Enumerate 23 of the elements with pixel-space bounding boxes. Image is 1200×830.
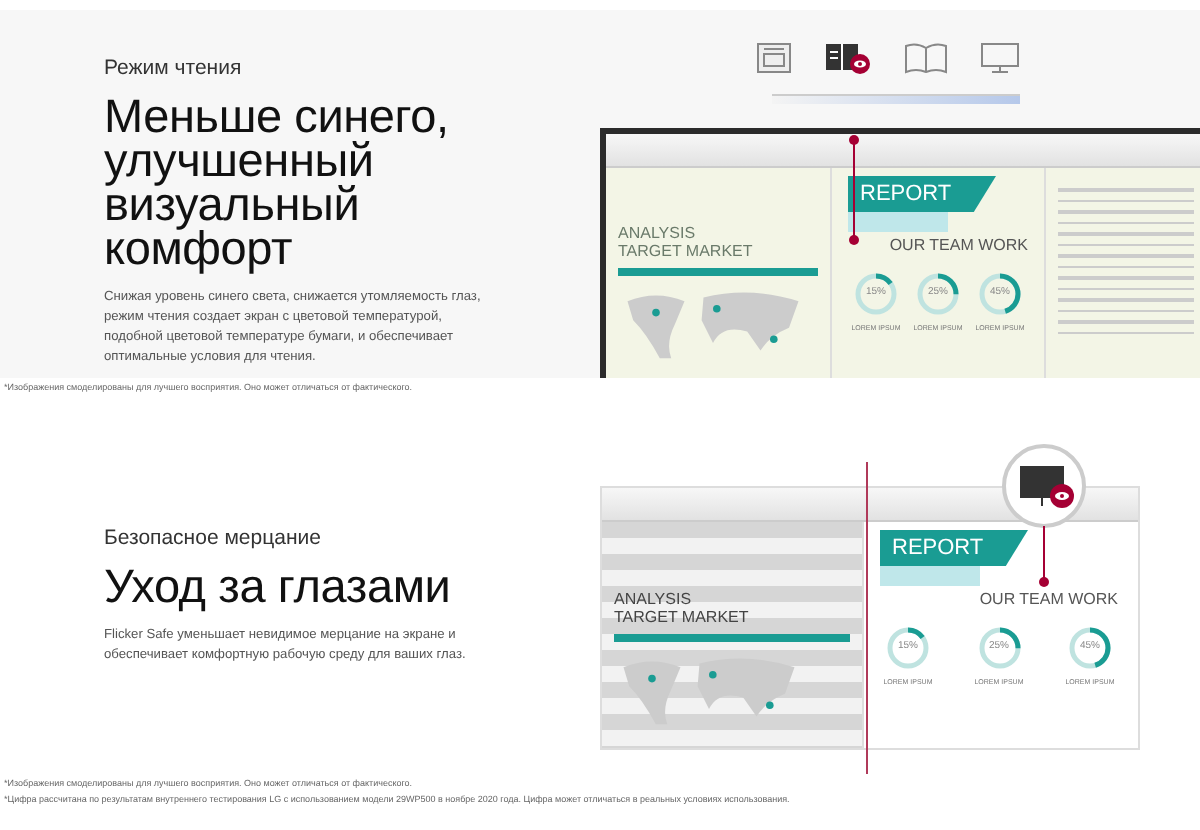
ring-chart-icon <box>852 270 900 318</box>
document-subheading: OUR TEAM WORK <box>977 590 1118 608</box>
section-heading: Уход за глазами <box>104 564 453 608</box>
report-banner: REPORT <box>848 176 996 212</box>
section-eyebrow: Безопасное мерцание <box>104 526 323 550</box>
section-eyebrow: Режим чтения <box>104 56 244 80</box>
ring-chart-icon <box>1066 624 1114 672</box>
document-heading: ANALYSIS TARGET MARKET <box>614 590 751 626</box>
subtitle-banner <box>848 212 948 232</box>
section-heading: Меньше синего, улучшенный визуальный комфорт <box>104 94 451 270</box>
book-with-eye-icon[interactable] <box>824 40 872 76</box>
report-banner: REPORT <box>880 530 1028 566</box>
open-book-icon[interactable] <box>904 42 948 74</box>
ring-chart-icon <box>914 270 962 318</box>
subtitle-banner <box>880 566 980 586</box>
ring-chart-icon <box>975 624 1023 672</box>
document-heading: ANALYSIS TARGET MARKET <box>618 224 755 260</box>
document-subheading: OUR TEAM WORK <box>887 236 1028 254</box>
newspaper-icon[interactable] <box>756 42 792 74</box>
connector-line <box>848 134 860 246</box>
ring-chart-icon <box>976 270 1024 318</box>
ring-chart-icon <box>884 624 932 672</box>
monitor-icon[interactable] <box>980 42 1020 74</box>
